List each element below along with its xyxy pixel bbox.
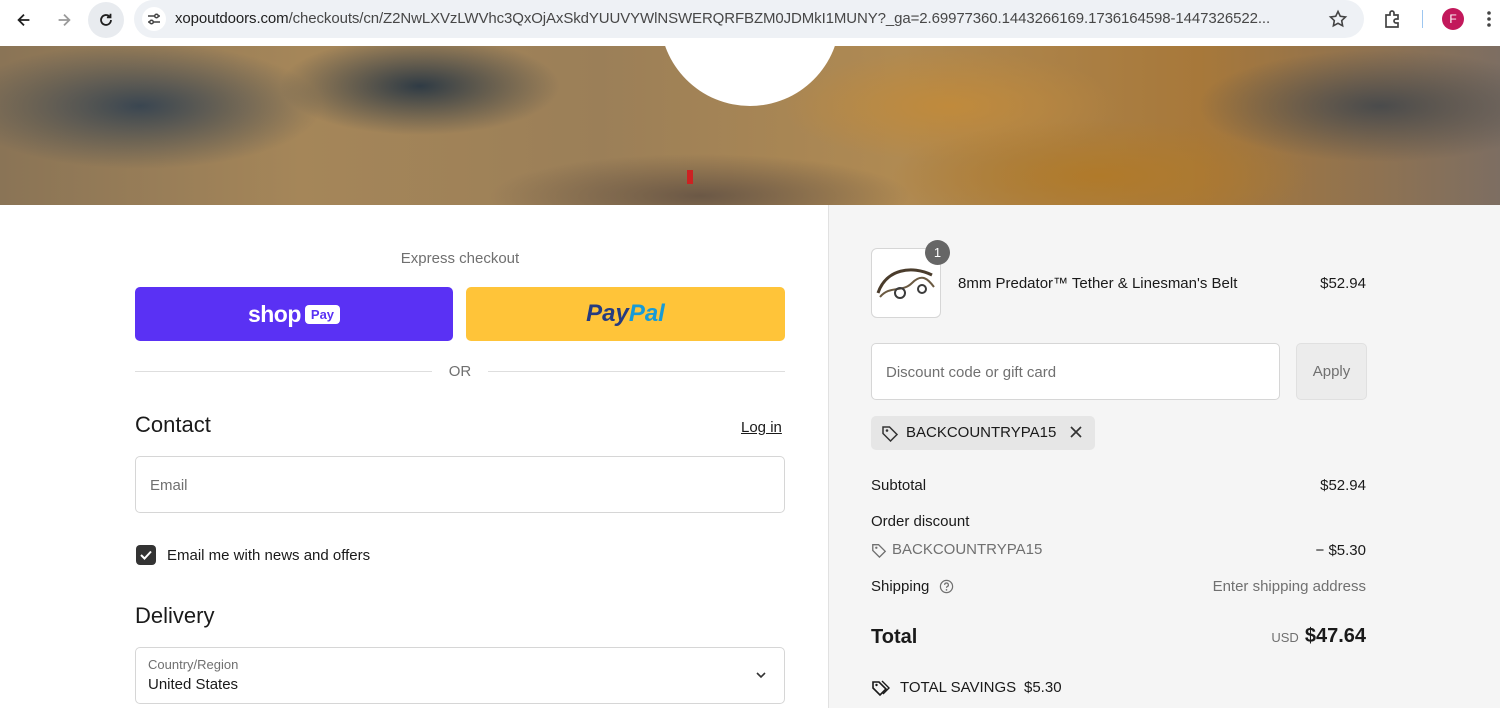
extensions-puzzle-icon[interactable] [1382, 8, 1404, 30]
header-banner-image [0, 46, 1500, 205]
subtotal-label: Subtotal [871, 477, 927, 494]
or-divider: OR [135, 362, 785, 382]
store-logo[interactable] [660, 46, 840, 106]
or-label: OR [448, 363, 472, 380]
order-discount-code: BACKCOUNTRYPA15 [892, 541, 1043, 558]
shipping-value: Enter shipping address [1212, 578, 1366, 595]
reload-icon [100, 13, 112, 26]
quantity-badge: 1 [925, 240, 950, 265]
checkmark-icon [140, 550, 152, 560]
apply-discount-button[interactable]: Apply [1296, 343, 1367, 400]
total-savings-label: TOTAL SAVINGS [900, 679, 1017, 696]
total-label: Total [871, 626, 918, 648]
currency-code: USD [1271, 630, 1299, 645]
reload-button[interactable] [88, 2, 124, 38]
url-path: /checkouts/cn/Z2NwLXVzLWVhc3QxOjAxSkdYUU… [288, 10, 1271, 27]
shop-pay-badge: Pay [304, 304, 341, 324]
log-in-link[interactable]: Log in [741, 419, 782, 436]
address-bar[interactable]: xopoutdoors.com/checkouts/cn/Z2NwLXVzLWV… [134, 0, 1364, 38]
shop-pay-wordmark: shop [247, 300, 301, 327]
total-savings-value: $5.30 [1024, 679, 1062, 696]
order-discount-label: Order discount [871, 513, 970, 530]
subtotal-value: $52.94 [1320, 477, 1366, 494]
news-offers-label[interactable]: Email me with news and offers [167, 547, 370, 564]
back-button[interactable] [8, 4, 40, 36]
chevron-down-icon [756, 672, 766, 679]
arrow-right-icon [58, 13, 71, 27]
product-name: 8mm Predator™ Tether & Linesman's Belt [958, 275, 1238, 292]
paypal-wordmark-pal: Pal [628, 300, 665, 327]
url-text[interactable]: xopoutdoors.com/checkouts/cn/Z2NwLXVzLWV… [175, 10, 1315, 27]
paypal-wordmark-pay: Pay [586, 300, 629, 327]
banner-detail [687, 170, 693, 184]
remove-discount-icon[interactable] [1069, 425, 1083, 439]
country-region-label: Country/Region [148, 657, 239, 672]
help-circle-icon[interactable] [939, 579, 954, 594]
discount-code-input[interactable] [884, 344, 1268, 401]
email-input[interactable] [148, 457, 772, 514]
country-region-value: United States [148, 676, 239, 693]
delivery-heading: Delivery [135, 603, 215, 628]
shop-pay-button[interactable]: shop Pay [135, 287, 453, 341]
tag-icon [882, 426, 899, 442]
applied-discount-code: BACKCOUNTRYPA15 [906, 424, 1057, 441]
tag-icon [872, 544, 887, 558]
site-info-button[interactable] [142, 7, 166, 31]
order-discount-value: − $5.30 [1315, 542, 1366, 559]
bookmark-star-icon[interactable] [1328, 9, 1348, 29]
savings-tag-icon [872, 680, 890, 697]
tune-icon [148, 13, 160, 25]
total-amount: USD $47.64 [1150, 625, 1366, 648]
discount-code-field[interactable] [871, 343, 1280, 401]
contact-heading: Contact [135, 412, 211, 437]
forward-button[interactable] [48, 4, 80, 36]
profile-avatar[interactable]: F [1442, 8, 1464, 30]
paypal-button[interactable]: Pay Pal [466, 287, 785, 341]
express-checkout-title: Express checkout [400, 250, 520, 267]
applied-discount-chip: BACKCOUNTRYPA15 [871, 416, 1095, 450]
more-menu-icon[interactable] [1486, 9, 1492, 29]
total-value: $47.64 [1304, 625, 1366, 647]
email-field[interactable] [135, 456, 785, 514]
url-host: xopoutdoors.com [175, 10, 289, 27]
product-price: $52.94 [1320, 275, 1366, 292]
browser-toolbar: xopoutdoors.com/checkouts/cn/Z2NwLXVzLWV… [0, 0, 1500, 46]
shipping-label: Shipping [871, 578, 930, 595]
toolbar-divider [1422, 10, 1423, 28]
arrow-left-icon [17, 13, 30, 27]
news-offers-checkbox[interactable] [136, 545, 156, 565]
country-region-select[interactable]: Country/Region United States [135, 647, 785, 704]
